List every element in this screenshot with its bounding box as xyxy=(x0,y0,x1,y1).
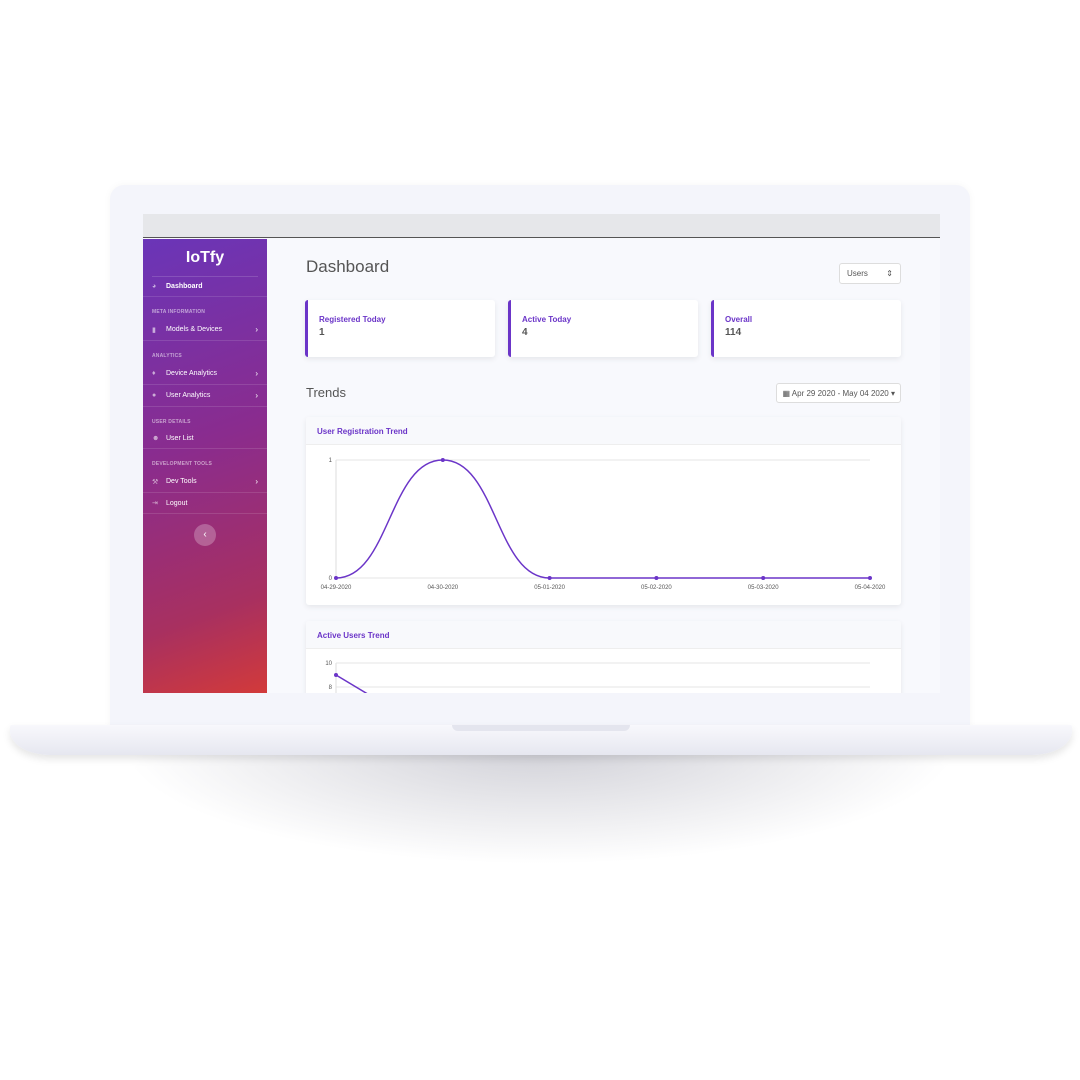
sidebar-item-dev-tools[interactable]: ⚒ Dev Tools › xyxy=(143,471,267,493)
caret-down-icon: ▾ xyxy=(888,389,895,398)
laptop-notch xyxy=(452,725,630,731)
data-point xyxy=(440,458,445,462)
stat-card-overall: Overall 114 xyxy=(711,300,901,357)
sidebar-item-label: Logout xyxy=(166,499,188,507)
x-tick-label: 05-04-2020 xyxy=(855,585,886,591)
stat-value: 4 xyxy=(522,327,528,338)
stat-value: 114 xyxy=(725,327,742,338)
trends-heading: Trends xyxy=(306,385,346,400)
chevron-right-icon: › xyxy=(255,325,258,334)
stat-value: 1 xyxy=(319,327,325,338)
screen: IoTfy ◕ Dashboard META INFORMATION ▮ Models … xyxy=(143,214,940,693)
active-users-panel: Active Users Trend 8 10 xyxy=(306,621,901,693)
y-tick-label: 0 xyxy=(329,576,333,582)
y-tick-label: 1 xyxy=(329,458,333,464)
data-point xyxy=(334,576,338,580)
series-line xyxy=(335,459,870,579)
calendar-icon: ▦ xyxy=(782,389,792,398)
select-value: Users xyxy=(847,269,868,278)
sidebar-item-user-analytics[interactable]: ● User Analytics › xyxy=(143,385,267,407)
logo: IoTfy xyxy=(152,239,258,277)
date-range-value: Apr 29 2020 - May 04 2020 xyxy=(791,389,889,398)
sort-icon: ⇕ xyxy=(886,269,893,278)
type-select[interactable]: Users ⇕ xyxy=(839,263,901,284)
stat-card-registered: Registered Today 1 xyxy=(305,300,495,357)
x-tick-label: 05-03-2020 xyxy=(748,585,779,591)
users-icon: ☻ xyxy=(152,435,160,442)
collapse-sidebar-button[interactable]: ‹ xyxy=(194,524,216,546)
active-users-chart: 8 10 xyxy=(325,661,870,693)
x-tick-label: 04-30-2020 xyxy=(427,585,458,591)
sidebar-item-device-analytics[interactable]: ♦ Device Analytics › xyxy=(143,363,267,385)
stat-label: Overall xyxy=(725,315,753,324)
sidebar-item-label: Device Analytics xyxy=(166,370,217,377)
nav-section-label: DEVELOPMENT TOOLS xyxy=(152,461,212,467)
stat-label: Registered Today xyxy=(319,315,386,324)
stat-card-active: Active Today 4 xyxy=(508,300,698,357)
nav-section-label: META INFORMATION xyxy=(152,309,206,315)
registration-trend-panel: User Registration Trend 0 1 04-29-2020 04-3… xyxy=(306,417,901,605)
user-icon: ● xyxy=(152,392,157,399)
sidebar-item-models-devices[interactable]: ▮ Models & Devices › xyxy=(143,319,267,341)
laptop-shadow xyxy=(120,745,960,865)
device-icon: ▮ xyxy=(152,326,156,334)
sidebar-item-dashboard[interactable]: ◕ Dashboard xyxy=(143,277,267,297)
y-tick-label: 8 xyxy=(329,685,333,691)
panel-title: User Registration Trend xyxy=(306,417,901,445)
sidebar-item-label: Dev Tools xyxy=(166,478,197,485)
page-title: Dashboard xyxy=(306,257,390,276)
sidebar-item-label: User List xyxy=(166,435,194,442)
sidebar-item-label: Dashboard xyxy=(166,283,203,290)
data-point xyxy=(761,576,766,580)
bulb-icon: ♦ xyxy=(152,370,156,377)
x-tick-label: 05-02-2020 xyxy=(641,585,672,591)
chevron-right-icon: › xyxy=(255,391,258,400)
data-point xyxy=(868,576,872,580)
date-range-picker[interactable]: ▦ Apr 29 2020 - May 04 2020 ▾ xyxy=(776,383,901,403)
sidebar-item-logout[interactable]: ⇥ Logout xyxy=(143,493,267,514)
x-tick-label: 05-01-2020 xyxy=(534,585,565,591)
nav-section-label: ANALYTICS xyxy=(152,353,182,359)
chevron-right-icon: › xyxy=(255,369,258,378)
sidebar-item-label: User Analytics xyxy=(166,392,211,399)
panel-title: Active Users Trend xyxy=(306,621,901,649)
series-line xyxy=(335,674,368,693)
dashboard-icon: ◕ xyxy=(152,283,157,290)
data-point xyxy=(547,576,552,580)
sidebar-item-user-list[interactable]: ☻ User List xyxy=(143,429,267,449)
main-content: Dashboard Users ⇕ Registered Today 1 Activ… xyxy=(267,239,940,693)
registration-trend-chart: 0 1 04-29-2020 04-30-2020 05-01-2020 05-02-20… xyxy=(321,458,886,591)
browser-bar xyxy=(143,214,940,238)
stat-label: Active Today xyxy=(522,315,572,324)
data-point xyxy=(654,576,659,580)
logout-icon: ⇥ xyxy=(152,500,158,507)
tools-icon: ⚒ xyxy=(152,478,159,486)
nav-section-label: USER DETAILS xyxy=(152,419,191,425)
x-tick-label: 04-29-2020 xyxy=(321,585,352,591)
chevron-right-icon: › xyxy=(255,477,258,486)
y-tick-label: 10 xyxy=(325,661,332,667)
data-point xyxy=(334,673,338,677)
sidebar: IoTfy ◕ Dashboard META INFORMATION ▮ Models … xyxy=(143,239,267,693)
sidebar-item-label: Models & Devices xyxy=(166,326,223,333)
